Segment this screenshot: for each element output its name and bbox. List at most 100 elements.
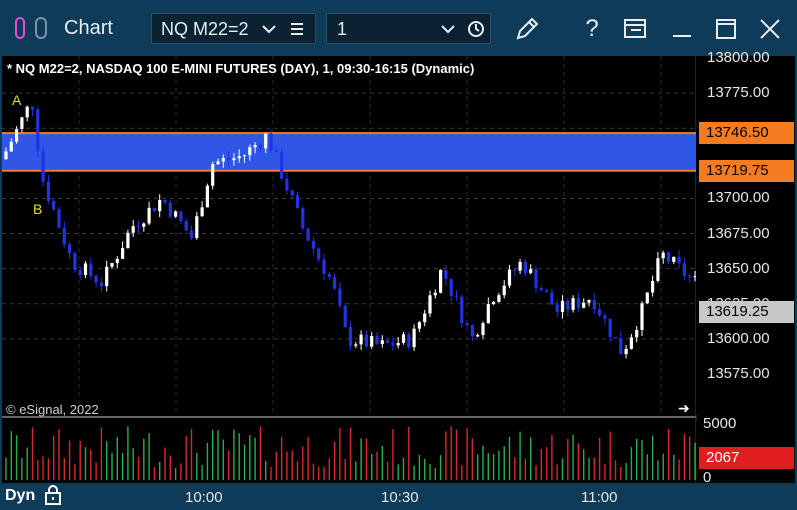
candle-body	[560, 300, 565, 312]
symbol-selector[interactable]: NQ M22=2	[151, 13, 316, 44]
candle-body	[380, 340, 384, 344]
candle-body	[15, 128, 19, 142]
pencil-icon[interactable]	[512, 14, 542, 44]
candle-body	[386, 340, 390, 343]
candle-body	[476, 335, 480, 337]
candle-body	[470, 325, 474, 337]
candle-body	[99, 282, 103, 287]
candle-body	[232, 158, 236, 161]
close-icon[interactable]	[755, 14, 785, 44]
candle-body	[30, 106, 35, 110]
interval-selector[interactable]: 1	[326, 13, 491, 44]
title-bar: Chart NQ M22=2 1 ?	[0, 0, 797, 56]
symbol-value: NQ M22=2	[161, 19, 249, 39]
candle-body	[327, 274, 331, 278]
volume-current-tag: 2067	[699, 447, 794, 469]
candle-body	[20, 117, 24, 129]
maximize-icon[interactable]	[711, 14, 741, 44]
candle-body	[423, 313, 427, 323]
chevron-down-icon	[441, 25, 455, 34]
expand-arrow-icon[interactable]: ➜	[678, 400, 690, 417]
candle-body	[666, 252, 671, 262]
last-price-tag: 13619.25	[699, 300, 794, 323]
menu-lines-icon[interactable]	[290, 22, 304, 36]
candle-body	[539, 287, 543, 291]
dyn-label[interactable]: Dyn	[5, 487, 35, 505]
candle-body	[343, 305, 347, 328]
candle-body	[290, 190, 294, 196]
candle-body	[391, 342, 395, 346]
price-axis-label: 13650.00	[707, 259, 770, 277]
candle-body	[688, 275, 692, 277]
help-icon[interactable]: ?	[577, 14, 607, 44]
candle-body	[105, 266, 109, 287]
candle-body	[280, 151, 284, 179]
candle-body	[375, 336, 379, 344]
candle-body	[682, 263, 686, 276]
candle-body	[364, 334, 368, 347]
chart-header: * NQ M22=2, NASDAQ 100 E-MINI FUTURES (D…	[7, 61, 475, 76]
clock-icon[interactable]	[467, 20, 485, 38]
candle-body	[158, 199, 162, 212]
candle-body	[417, 322, 421, 329]
candle-body	[486, 304, 490, 324]
candle-body	[57, 209, 61, 228]
candle-body	[481, 323, 485, 336]
volume-axis-max: 5000	[703, 415, 737, 432]
candle-body	[285, 178, 289, 191]
candle-body	[507, 269, 512, 286]
candle-body	[518, 261, 522, 271]
candle-body	[338, 288, 342, 306]
chart-area[interactable]: * NQ M22=2, NASDAQ 100 E-MINI FUTURES (D…	[2, 49, 795, 509]
candle-body	[89, 263, 93, 276]
price-axis-label: 13600.00	[707, 329, 770, 347]
window-layout-icon[interactable]	[620, 14, 650, 44]
candle-body	[68, 244, 72, 254]
candle-body	[227, 157, 231, 161]
candle-body	[115, 258, 119, 264]
candle-body	[205, 185, 209, 208]
candle-body	[52, 200, 56, 210]
candle-body	[126, 232, 130, 249]
minimize-icon[interactable]	[667, 14, 697, 44]
candle-body	[221, 157, 225, 162]
candle-body	[142, 223, 146, 227]
candle-body	[274, 150, 278, 152]
candle-body	[624, 348, 628, 355]
zone-price-tag: 13719.75	[699, 159, 794, 182]
candle-body	[444, 269, 448, 279]
lock-icon[interactable]	[43, 484, 63, 506]
window-accent-icon	[15, 17, 25, 39]
candle-body	[550, 292, 554, 305]
price-axis-label: 13675.00	[707, 224, 770, 242]
window-title: Chart	[64, 17, 113, 39]
candle-body	[269, 133, 273, 151]
candle-body	[348, 327, 353, 346]
candle-body	[677, 256, 681, 264]
price-axis-label: 13800.00	[707, 49, 770, 66]
candle-body	[608, 318, 612, 338]
candle-body	[242, 155, 247, 157]
candle-body	[216, 161, 220, 165]
candle-body	[9, 141, 13, 152]
candle-body	[545, 290, 549, 293]
price-zone-band[interactable]	[2, 133, 696, 171]
candle-body	[121, 248, 125, 259]
candle-body	[566, 300, 570, 310]
price-chart[interactable]	[2, 56, 795, 509]
candle-body	[46, 181, 50, 201]
candle-body	[4, 151, 8, 160]
candle-body	[253, 145, 257, 148]
candle-body	[576, 298, 580, 308]
candle-body	[635, 329, 639, 338]
candle-body	[333, 277, 337, 289]
candle-body	[582, 302, 586, 308]
candle-body	[513, 269, 517, 271]
candle-body	[396, 342, 400, 346]
time-label-1000: 10:00	[185, 489, 223, 506]
candle-body	[322, 259, 326, 275]
candle-body	[78, 269, 82, 276]
candle-body	[168, 202, 172, 217]
marker-b-label: B	[33, 201, 43, 217]
marker-a-label: A	[12, 92, 22, 108]
